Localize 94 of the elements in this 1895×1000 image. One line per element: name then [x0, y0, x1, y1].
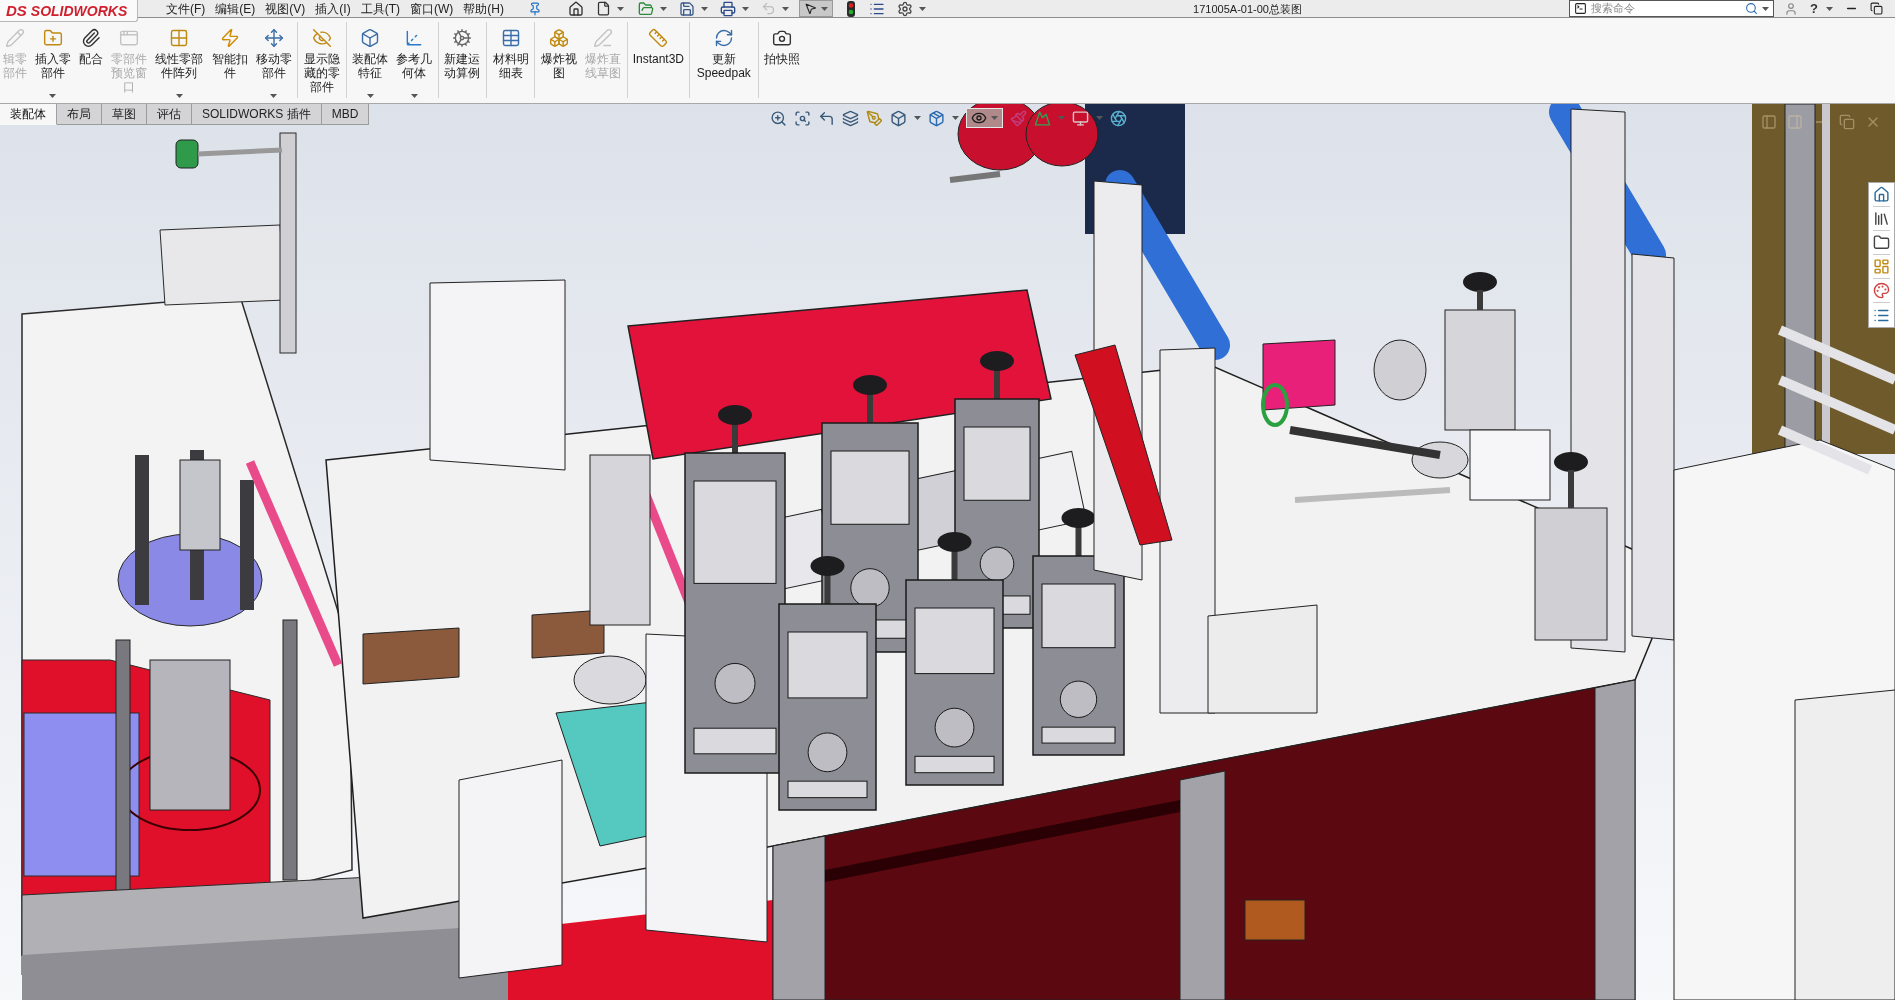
command-button[interactable]: 显示隐藏的零部件 — [301, 18, 343, 102]
home-icon[interactable] — [1873, 186, 1890, 203]
menu-item[interactable]: 文件(F) — [166, 0, 206, 17]
document-icon[interactable] — [596, 1, 611, 16]
settings-icon[interactable] — [897, 0, 913, 17]
traffic-light-icon[interactable] — [847, 0, 855, 17]
command-button[interactable]: 插入零部件 — [32, 18, 74, 102]
search-field[interactable]: 搜索命令 — [1569, 0, 1775, 17]
folder-icon — [42, 28, 63, 48]
home-icon[interactable] — [568, 0, 584, 17]
command-button[interactable]: 参考几何体 — [393, 18, 435, 102]
caret-icon[interactable] — [660, 6, 667, 11]
command-button[interactable]: 配合 — [76, 18, 106, 102]
pin-icon[interactable] — [528, 1, 542, 16]
menu-item[interactable]: 视图(V) — [265, 0, 306, 17]
table-icon — [500, 28, 521, 48]
command-button[interactable]: 新建运动算例 — [441, 18, 484, 102]
tab[interactable]: 布局 — [57, 104, 102, 125]
menu-item[interactable]: 工具(T) — [360, 0, 400, 17]
caret-icon[interactable] — [366, 94, 374, 98]
window-icon — [119, 28, 140, 48]
caret-icon[interactable] — [1762, 6, 1770, 11]
books-icon[interactable] — [1873, 210, 1890, 227]
tab[interactable]: SOLIDWORKS 插件 — [192, 104, 322, 125]
menu-item[interactable]: 编辑(E) — [215, 0, 256, 17]
zoom-in-icon[interactable] — [770, 109, 787, 127]
pointer-icon — [804, 2, 817, 15]
printer-icon[interactable] — [720, 0, 736, 17]
tab[interactable]: MBD — [321, 104, 370, 125]
command-button[interactable]: 线性零部件阵列 — [152, 18, 206, 102]
menu-item[interactable]: 插入(I) — [315, 0, 351, 17]
select-tool-button[interactable] — [799, 0, 833, 17]
command-button[interactable]: 爆炸视图 — [538, 18, 580, 102]
command-button[interactable]: Instant3D — [630, 18, 686, 102]
boxes-icon — [548, 28, 569, 48]
caret-icon[interactable] — [914, 116, 921, 120]
caret-icon[interactable] — [49, 94, 57, 98]
window-title: 171005A-01-00总装图 — [1193, 1, 1302, 17]
command-button[interactable]: 拍快照 — [761, 18, 803, 102]
grid-icon — [169, 28, 190, 48]
caret-icon[interactable] — [782, 6, 789, 11]
lightning-icon — [219, 28, 240, 48]
command-button[interactable]: 更新 Speedpak — [693, 18, 755, 102]
tab[interactable]: 草图 — [102, 104, 147, 125]
menu-item[interactable]: 帮助(H) — [463, 0, 504, 17]
move-icon — [263, 28, 284, 48]
caret-icon[interactable] — [1826, 6, 1833, 11]
caret-icon[interactable] — [742, 6, 749, 11]
layers-icon[interactable] — [842, 109, 859, 127]
gear-icon — [452, 28, 473, 48]
terminal-icon — [1574, 2, 1588, 15]
dashboard-icon[interactable] — [1873, 258, 1890, 275]
caret-icon[interactable] — [952, 116, 959, 120]
ruler-icon — [648, 28, 669, 48]
box-icon — [360, 28, 381, 48]
command-button[interactable]: 智能扣件 — [208, 18, 251, 102]
restore-icon[interactable] — [1870, 2, 1883, 15]
pen-line-icon — [593, 28, 614, 48]
box-icon[interactable] — [890, 109, 907, 127]
caret-icon[interactable] — [617, 6, 624, 11]
save-icon[interactable] — [679, 0, 695, 17]
eye-icon — [971, 110, 987, 126]
caret-icon[interactable] — [701, 6, 708, 11]
tab[interactable]: 评估 — [147, 104, 192, 125]
caret-icon[interactable] — [270, 94, 278, 98]
paperclip-icon — [80, 28, 101, 48]
palette-icon[interactable] — [1873, 282, 1890, 299]
command-button[interactable]: 移动零部件 — [253, 18, 295, 102]
search-input[interactable]: 搜索命令 — [1591, 1, 1742, 16]
aperture-icon[interactable] — [1110, 109, 1127, 127]
caret-icon[interactable] — [175, 94, 183, 98]
pencil-icon — [4, 28, 25, 48]
logo-text: SOLIDWORKS — [30, 1, 128, 20]
search-icon[interactable] — [1745, 2, 1759, 15]
command-button[interactable]: 装配体特征 — [349, 18, 391, 102]
hide-show-button[interactable] — [966, 108, 1003, 128]
help-button[interactable]: ? — [1810, 0, 1818, 17]
folder-icon[interactable] — [1873, 234, 1890, 251]
scan-search-icon[interactable] — [794, 109, 811, 127]
monitor-icon[interactable] — [1072, 109, 1089, 127]
package-icon[interactable] — [928, 109, 945, 127]
refresh-icon — [713, 28, 734, 48]
mountain-icon[interactable] — [1034, 109, 1051, 127]
caret-icon[interactable] — [919, 6, 926, 11]
menu-item[interactable]: 窗口(W) — [410, 0, 454, 17]
crossed-eye-icon — [311, 28, 332, 48]
camera-icon — [772, 28, 793, 48]
tab[interactable]: 装配体 — [0, 104, 57, 125]
logo-mark: DS — [6, 1, 27, 20]
corner-arrow-icon[interactable] — [818, 109, 835, 127]
user-icon[interactable] — [1784, 1, 1799, 16]
caret-icon[interactable] — [821, 6, 828, 11]
caret-icon[interactable] — [410, 94, 418, 98]
command-button[interactable]: 材料明细表 — [490, 18, 532, 102]
